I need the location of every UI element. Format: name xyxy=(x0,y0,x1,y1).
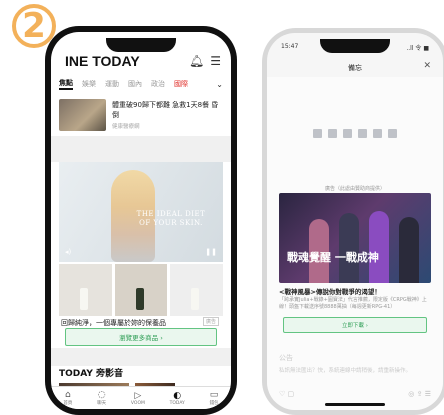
phone-memo: 15:47 ..ll 令 ■ 備忘 ✕ 廣告（此處由贊助商提供） 戰魂覺醒 一戰… xyxy=(262,28,444,415)
article-title: 體重破90歸下都難 急救1天8餐 昏倒 xyxy=(112,101,219,119)
tab-politics[interactable]: 政治 xyxy=(151,79,165,89)
phone-screen: INE TODAY 🔔︎ ☰ 焦點 娛樂 運動 國內 政治 國際 ⌄ 體重破90… xyxy=(51,32,231,409)
chevron-down-icon[interactable]: ⌄ xyxy=(216,80,223,89)
download-button[interactable]: 立即下載 › xyxy=(283,317,427,333)
nav-today[interactable]: ◐ TODAY xyxy=(170,391,185,406)
article-thumbnail xyxy=(59,99,107,131)
menu-icon[interactable]: ☰ xyxy=(210,54,221,68)
phone-notch xyxy=(320,39,390,53)
sponsor-label: 廣告（此處由贊助商提供） xyxy=(324,186,385,192)
toolbar-icon[interactable] xyxy=(343,128,352,138)
product-title: 回歸純淨，一個專屬於妳的保養品 xyxy=(61,319,166,327)
video-section-title: TODAY 旁影音 xyxy=(59,369,124,379)
toolbar-icon[interactable] xyxy=(388,128,397,138)
tab-focus[interactable]: 焦點 xyxy=(59,78,73,90)
toolbar-icon[interactable] xyxy=(358,128,367,138)
app-header: INE TODAY 🔔︎ ☰ xyxy=(65,50,221,72)
notice-text: 私訊無法匯出？快，系統連線中請稍後，請重新操作。 xyxy=(279,368,412,374)
app-logo: INE TODAY xyxy=(65,53,140,69)
phone-screen: 15:47 ..ll 令 ■ 備忘 ✕ 廣告（此處由贊助商提供） 戰魂覺醒 一戰… xyxy=(267,33,443,410)
tab-entertainment[interactable]: 娛樂 xyxy=(82,79,96,89)
toolbar-icon[interactable] xyxy=(328,128,337,138)
ad-headline: THE IDEAL DIET OF YOUR SKIN. xyxy=(136,210,206,227)
product-image[interactable] xyxy=(114,264,168,316)
bottom-nav: ⌂ 首頁 ◌ 聊天 ▷ VOOM ◐ TODAY ▭ 錢包 xyxy=(51,386,231,409)
share-icon[interactable]: ◎ ⇪ ☰ xyxy=(408,390,431,398)
tab-domestic[interactable]: 國內 xyxy=(128,79,142,89)
category-tabs: 焦點 娛樂 運動 國內 政治 國際 ⌄ xyxy=(59,76,223,92)
home-indicator xyxy=(325,403,385,406)
divider xyxy=(51,136,231,162)
phone-line-today: INE TODAY 🔔︎ ☰ 焦點 娛樂 運動 國內 政治 國際 ⌄ 體重破90… xyxy=(45,26,237,415)
product-image[interactable] xyxy=(170,264,224,316)
notice-label: 公告 xyxy=(279,354,293,362)
nav-home[interactable]: ⌂ 首頁 xyxy=(63,390,72,406)
character-image xyxy=(399,217,419,283)
nav-chat[interactable]: ◌ 聊天 xyxy=(97,390,106,406)
home-icon: ⌂ xyxy=(65,390,71,400)
character-image xyxy=(339,213,359,283)
banner-title: 戰魂覺醒 一戰成神 xyxy=(287,251,379,264)
play-icon: ▷ xyxy=(134,390,142,401)
tab-sports[interactable]: 運動 xyxy=(105,79,119,89)
comment-icon[interactable]: ♡ ▢ xyxy=(279,390,294,398)
character-image xyxy=(369,211,389,283)
ad-title: <戰神風暴>傳說你對戰爭的渴望！ xyxy=(279,288,381,296)
toolbar-icon[interactable] xyxy=(313,128,322,138)
today-icon: ◐ xyxy=(173,390,182,401)
product-image[interactable] xyxy=(59,264,112,316)
ad-banner[interactable]: THE IDEAL DIET OF YOUR SKIN. ◂) ❚❚ xyxy=(59,162,223,262)
toolbar-icon[interactable] xyxy=(373,128,382,138)
wallet-icon: ▭ xyxy=(209,390,219,400)
divider xyxy=(51,348,231,366)
status-icons: ..ll 令 ■ xyxy=(406,45,429,52)
pause-icon[interactable]: ❚❚ xyxy=(205,248,217,256)
phone-notch xyxy=(106,38,176,52)
browse-more-button[interactable]: 瀏覽更多商品 › xyxy=(65,328,217,346)
product-carousel xyxy=(59,264,224,316)
chat-icon: ◌ xyxy=(97,390,106,400)
nav-wallet[interactable]: ▭ 錢包 xyxy=(210,390,219,406)
bell-icon[interactable]: 🔔︎ xyxy=(189,54,204,68)
status-time: 15:47 xyxy=(281,43,299,50)
ad-tag: 廣告 xyxy=(202,317,219,326)
ad-description: 「跨承實Julia+戰錄+圓寶法」代言推薦，限定版《CRPG戰神》上線！頭盔下載… xyxy=(279,297,427,310)
toolbar xyxy=(289,125,421,141)
article-source: 健康醫療網 xyxy=(112,124,140,130)
article-row[interactable]: 體重破90歸下都難 急救1天8餐 昏倒 健康醫療網 xyxy=(51,94,231,136)
page-title: 備忘 xyxy=(348,64,362,72)
step-badge: 2 xyxy=(12,4,56,48)
bottom-actions: ♡ ▢ ◎ ⇪ ☰ xyxy=(279,390,431,398)
close-icon[interactable]: ✕ xyxy=(423,61,431,71)
tab-international[interactable]: 國際 xyxy=(174,79,188,89)
game-ad-banner[interactable]: 戰魂覺醒 一戰成神 xyxy=(279,193,431,283)
mute-icon[interactable]: ◂) xyxy=(65,248,71,256)
nav-voom[interactable]: ▷ VOOM xyxy=(131,391,145,406)
